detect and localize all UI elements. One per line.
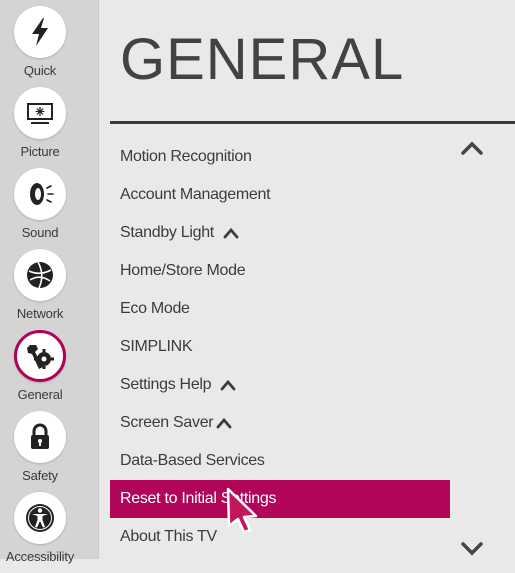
menu-item-label: Standby Light	[120, 224, 214, 241]
sidebar-item-sound[interactable]: Sound	[0, 168, 80, 249]
sidebar-item-label: Picture	[20, 144, 60, 159]
sidebar-item-accessibility[interactable]: Accessibility	[0, 492, 80, 573]
menu-item-label: Account Management	[120, 186, 271, 203]
menu-item-label: Eco Mode	[120, 300, 190, 317]
lock-icon	[14, 411, 66, 463]
menu-item-about-this-tv[interactable]: About This TV	[110, 518, 450, 556]
tv-screen-icon	[14, 87, 66, 139]
accessibility-person-icon	[14, 492, 66, 544]
sidebar-item-label: Safety	[22, 468, 58, 483]
sidebar-item-network[interactable]: Network	[0, 249, 80, 330]
menu-item-label: SIMPLINK	[120, 338, 193, 355]
menu-item-standby-light[interactable]: Standby Light	[110, 214, 450, 252]
menu-item-home-store-mode[interactable]: Home/Store Mode	[110, 252, 450, 290]
speaker-icon	[14, 168, 66, 220]
chevron-up-icon	[216, 417, 232, 429]
menu-item-data-based-services[interactable]: Data-Based Services	[110, 442, 450, 480]
title-divider	[110, 121, 515, 124]
sidebar-item-safety[interactable]: Safety	[0, 411, 80, 492]
sidebar-item-label: Sound	[21, 225, 59, 240]
chevron-up-icon	[220, 379, 236, 391]
menu-item-label: Home/Store Mode	[120, 262, 246, 279]
menu-item-label: Motion Recognition	[120, 148, 252, 165]
chevron-up-icon	[223, 227, 239, 239]
menu-item-settings-help[interactable]: Settings Help	[110, 366, 450, 404]
globe-icon	[14, 249, 66, 301]
menu-item-motion-recognition[interactable]: Motion Recognition	[110, 138, 450, 176]
menu-item-account-management[interactable]: Account Management	[110, 176, 450, 214]
menu-item-screen-saver[interactable]: Screen Saver	[110, 404, 450, 442]
page-title: GENERAL	[120, 27, 405, 92]
menu-item-label: Screen Saver	[120, 414, 214, 431]
sidebar-item-label: Network	[16, 306, 64, 321]
menu-item-label: About This TV	[120, 528, 217, 545]
wrench-gear-icon	[14, 330, 66, 382]
sidebar-item-quick[interactable]: Quick	[0, 6, 80, 87]
menu-item-label: Data-Based Services	[120, 452, 265, 469]
menu-item-eco-mode[interactable]: Eco Mode	[110, 290, 450, 328]
menu-item-simplink[interactable]: SIMPLINK	[110, 328, 450, 366]
scroll-up-chevron-icon[interactable]	[460, 140, 484, 156]
menu-item-label: Settings Help	[120, 376, 212, 393]
sidebar-item-label: Accessibility	[5, 549, 75, 564]
lightning-icon	[14, 6, 66, 58]
sidebar-item-general[interactable]: General	[0, 330, 80, 411]
magic-remote-pointer-icon	[226, 487, 258, 534]
sidebar-item-label: General	[17, 387, 63, 402]
sidebar-item-picture[interactable]: Picture	[0, 87, 80, 168]
settings-sidebar: Quick Picture Sound Network General Safe…	[0, 0, 99, 564]
sidebar-item-label: Quick	[23, 63, 57, 78]
menu-item-reset-to-initial-settings[interactable]: Reset to Initial Settings	[110, 480, 450, 518]
scroll-down-chevron-icon[interactable]	[460, 541, 484, 557]
